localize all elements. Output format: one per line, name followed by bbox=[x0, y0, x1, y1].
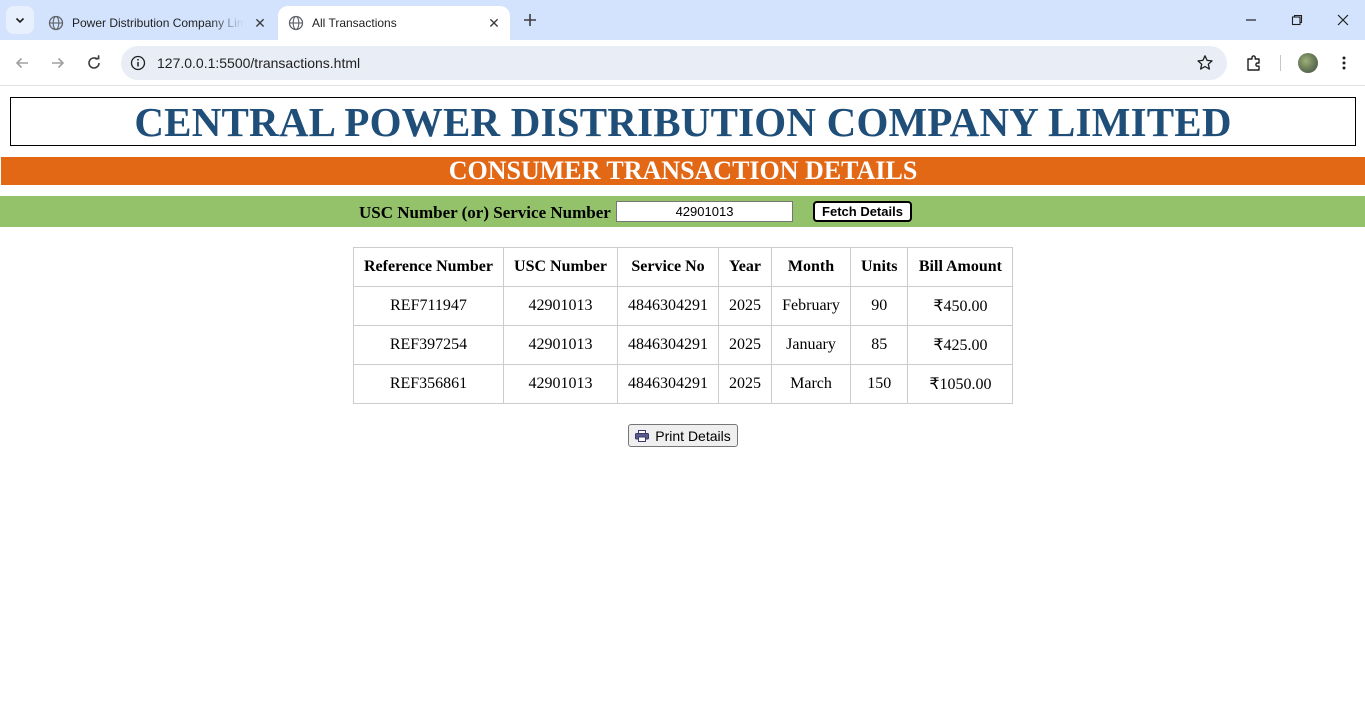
reload-button[interactable] bbox=[80, 49, 108, 77]
cell-month: March bbox=[771, 364, 851, 404]
cell-reference-number: REF356861 bbox=[353, 364, 504, 404]
cell-service-no: 4846304291 bbox=[617, 325, 719, 365]
restore-icon bbox=[1291, 14, 1303, 26]
restore-button[interactable] bbox=[1283, 6, 1311, 34]
cell-reference-number: REF397254 bbox=[353, 325, 504, 365]
close-icon[interactable]: ✕ bbox=[486, 15, 502, 31]
header-bill-amount: Bill Amount bbox=[907, 247, 1014, 287]
cell-year: 2025 bbox=[718, 325, 772, 365]
cell-year: 2025 bbox=[718, 286, 772, 326]
chevron-down-icon bbox=[15, 17, 25, 24]
address-bar[interactable]: 127.0.0.1:5500/transactions.html bbox=[121, 46, 1227, 80]
header-month: Month bbox=[771, 247, 851, 287]
table-row: REF397254 42901013 4846304291 2025 Janua… bbox=[353, 325, 1014, 365]
company-header: CENTRAL POWER DISTRIBUTION COMPANY LIMIT… bbox=[10, 97, 1356, 146]
minimize-icon bbox=[1246, 19, 1256, 21]
usc-number-input[interactable] bbox=[616, 201, 793, 222]
plus-icon bbox=[524, 14, 536, 26]
transactions-table: Reference Number USC Number Service No Y… bbox=[353, 247, 1014, 404]
toolbar-divider bbox=[1280, 55, 1281, 71]
cell-service-no: 4846304291 bbox=[617, 364, 719, 404]
tab-strip: Power Distribution Company Limited ✕ All… bbox=[0, 0, 1365, 40]
forward-button[interactable] bbox=[44, 49, 72, 77]
table-row: REF711947 42901013 4846304291 2025 Febru… bbox=[353, 286, 1014, 326]
back-button[interactable] bbox=[8, 49, 36, 77]
cell-usc-number: 42901013 bbox=[503, 364, 618, 404]
cell-usc-number: 42901013 bbox=[503, 286, 618, 326]
cell-month: January bbox=[771, 325, 851, 365]
search-bar: USC Number (or) Service Number Fetch Det… bbox=[0, 196, 1365, 227]
company-title: CENTRAL POWER DISTRIBUTION COMPANY LIMIT… bbox=[134, 98, 1232, 145]
page-content: CENTRAL POWER DISTRIBUTION COMPANY LIMIT… bbox=[0, 87, 1365, 717]
print-button-label: Print Details bbox=[655, 427, 731, 444]
close-icon bbox=[1337, 14, 1349, 26]
url-text[interactable]: 127.0.0.1:5500/transactions.html bbox=[157, 55, 360, 71]
globe-icon bbox=[48, 15, 64, 31]
tab-search-button[interactable] bbox=[6, 6, 34, 34]
fetch-details-button[interactable]: Fetch Details bbox=[813, 201, 912, 222]
tab-power-distribution[interactable]: Power Distribution Company Limited ✕ bbox=[38, 6, 276, 40]
new-tab-button[interactable] bbox=[518, 8, 542, 32]
reload-icon bbox=[88, 55, 100, 69]
search-label: USC Number (or) Service Number bbox=[359, 203, 611, 222]
table-row: REF356861 42901013 4846304291 2025 March… bbox=[353, 364, 1014, 404]
profile-avatar[interactable] bbox=[1298, 53, 1318, 73]
bookmark-star-icon[interactable] bbox=[1195, 53, 1215, 73]
cell-service-no: 4846304291 bbox=[617, 286, 719, 326]
info-icon[interactable] bbox=[129, 54, 147, 72]
puzzle-icon bbox=[1247, 55, 1260, 71]
cell-year: 2025 bbox=[718, 364, 772, 404]
cell-units: 85 bbox=[849, 325, 909, 365]
header-service-no: Service No bbox=[617, 247, 719, 287]
tab-all-transactions[interactable]: All Transactions ✕ bbox=[278, 6, 510, 40]
section-title: CONSUMER TRANSACTION DETAILS bbox=[448, 156, 918, 185]
cell-usc-number: 42901013 bbox=[503, 325, 618, 365]
tab-title: Power Distribution Company Limited bbox=[72, 16, 244, 30]
globe-icon bbox=[288, 15, 304, 31]
printer-icon bbox=[635, 429, 650, 442]
arrow-right-icon bbox=[52, 57, 65, 69]
print-details-button[interactable]: Print Details bbox=[628, 424, 738, 447]
arrow-left-icon bbox=[15, 57, 28, 69]
table-header-row: Reference Number USC Number Service No Y… bbox=[353, 247, 1014, 287]
header-reference-number: Reference Number bbox=[353, 247, 504, 287]
more-vertical-icon bbox=[1342, 56, 1346, 70]
tab-title: All Transactions bbox=[312, 16, 397, 30]
cell-units: 90 bbox=[849, 286, 909, 326]
cell-units: 150 bbox=[849, 364, 909, 404]
header-year: Year bbox=[718, 247, 772, 287]
cell-bill-amount: ₹450.00 bbox=[907, 286, 1014, 326]
header-units: Units bbox=[849, 247, 909, 287]
cell-month: February bbox=[771, 286, 851, 326]
cell-reference-number: REF711947 bbox=[353, 286, 504, 326]
close-window-button[interactable] bbox=[1329, 6, 1357, 34]
extensions-button[interactable] bbox=[1240, 49, 1268, 77]
cell-bill-amount: ₹425.00 bbox=[907, 325, 1014, 365]
cell-bill-amount: ₹1050.00 bbox=[907, 364, 1014, 404]
section-banner: CONSUMER TRANSACTION DETAILS bbox=[1, 156, 1365, 185]
browser-toolbar: 127.0.0.1:5500/transactions.html bbox=[0, 40, 1365, 86]
close-icon[interactable]: ✕ bbox=[252, 15, 268, 31]
menu-button[interactable] bbox=[1330, 49, 1358, 77]
minimize-button[interactable] bbox=[1237, 6, 1265, 34]
header-usc-number: USC Number bbox=[503, 247, 618, 287]
